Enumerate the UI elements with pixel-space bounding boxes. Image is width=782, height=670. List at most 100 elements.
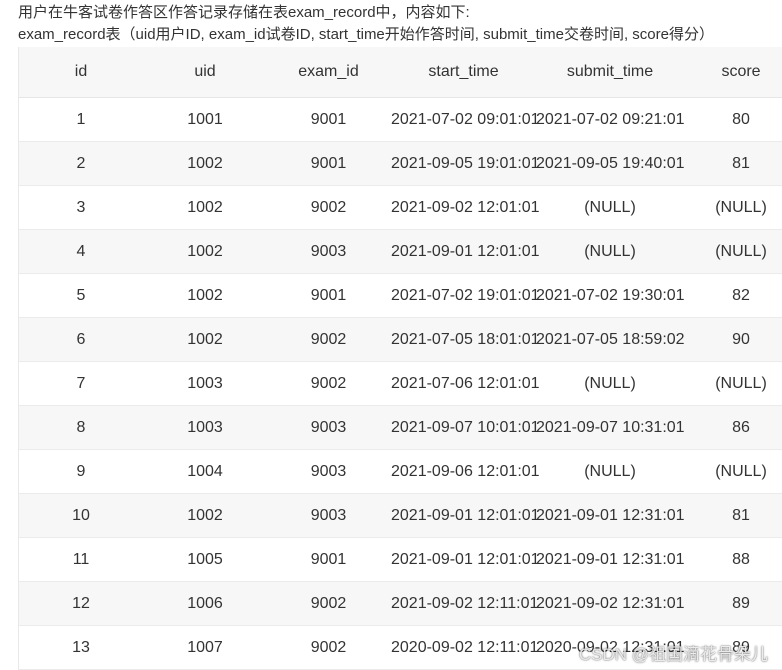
- table-cell-score: (NULL): [684, 449, 782, 494]
- table-cell-start-time: 2021-07-02 09:01:01: [391, 97, 540, 142]
- column-header-score: score: [684, 47, 782, 98]
- exam-record-table-container: id uid exam_id start_time submit_time score 1…: [18, 47, 782, 670]
- table-cell-score: 81: [684, 493, 782, 538]
- table-cell-start-time: 2021-09-01 12:01:01: [391, 229, 540, 274]
- table-row: 10 1002 9003 2021-09-01 12:01:01 2021-09-01 …: [18, 493, 782, 538]
- table-cell-score: (NULL): [684, 185, 782, 230]
- table-cell-exam-id: 9002: [266, 581, 391, 626]
- table-cell-score: 90: [684, 317, 782, 362]
- table-cell-id: 10: [18, 493, 144, 538]
- table-cell-submit-time: 2021-09-01 12:31:01: [536, 537, 685, 582]
- table-cell-score: 88: [684, 537, 782, 582]
- table-cell-start-time: 2021-07-06 12:01:01: [391, 361, 540, 406]
- table-cell-exam-id: 9003: [266, 405, 391, 450]
- table-cell-uid: 1003: [144, 361, 266, 406]
- table-cell-score: 81: [684, 141, 782, 186]
- table-row: 11 1005 9001 2021-09-01 12:01:01 2021-09-01 …: [18, 537, 782, 582]
- table-cell-id: 6: [18, 317, 144, 362]
- table-cell-score: 80: [684, 97, 782, 142]
- table-cell-start-time: 2021-09-07 10:01:01: [391, 405, 540, 450]
- table-cell-submit-time: 2021-07-05 18:59:02: [536, 317, 685, 362]
- table-cell-id: 3: [18, 185, 144, 230]
- exam-record-table: id uid exam_id start_time submit_time score 1…: [18, 47, 782, 670]
- table-cell-submit-time: 2021-07-02 09:21:01: [536, 97, 685, 142]
- table-cell-uid: 1003: [144, 405, 266, 450]
- table-row: 4 1002 9003 2021-09-01 12:01:01 (NULL) (NULL): [18, 229, 782, 274]
- table-cell-exam-id: 9002: [266, 317, 391, 362]
- table-cell-start-time: 2021-09-02 12:11:01: [391, 581, 538, 626]
- table-cell-uid: 1002: [144, 317, 266, 362]
- table-cell-exam-id: 9001: [266, 97, 391, 142]
- table-cell-submit-time: (NULL): [536, 185, 684, 230]
- table-cell-exam-id: 9002: [266, 361, 391, 406]
- table-cell-submit-time: (NULL): [536, 361, 684, 406]
- table-body: 1 1001 9001 2021-07-02 09:01:01 2021-07-02 0…: [18, 97, 782, 670]
- table-cell-id: 5: [18, 273, 144, 318]
- table-cell-uid: 1002: [144, 273, 266, 318]
- table-cell-submit-time: 2021-09-07 10:31:01: [536, 405, 685, 450]
- table-cell-exam-id: 9003: [266, 229, 391, 274]
- table-row: 9 1004 9003 2021-09-06 12:01:01 (NULL) (NULL): [18, 449, 782, 494]
- table-cell-score: 86: [684, 405, 782, 450]
- table-cell-start-time: 2021-09-06 12:01:01: [391, 449, 540, 494]
- table-cell-uid: 1006: [144, 581, 266, 626]
- table-cell-exam-id: 9003: [266, 493, 391, 538]
- table-cell-uid: 1007: [144, 625, 266, 670]
- table-cell-exam-id: 9002: [266, 185, 391, 230]
- table-cell-uid: 1001: [144, 97, 266, 142]
- column-header-start-time: start_time: [391, 47, 536, 98]
- table-cell-uid: 1004: [144, 449, 266, 494]
- table-cell-submit-time: (NULL): [536, 229, 684, 274]
- table-cell-id: 7: [18, 361, 144, 406]
- table-cell-start-time: 2020-09-02 12:11:01: [391, 625, 538, 670]
- table-cell-id: 4: [18, 229, 144, 274]
- table-cell-score: 89: [684, 625, 782, 670]
- table-cell-id: 12: [18, 581, 144, 626]
- table-cell-id: 9: [18, 449, 144, 494]
- table-cell-uid: 1002: [144, 229, 266, 274]
- table-cell-uid: 1005: [144, 537, 266, 582]
- table-cell-score: 82: [684, 273, 782, 318]
- intro-line-2: exam_record表（uid用户ID, exam_id试卷ID, start…: [18, 26, 714, 43]
- table-cell-submit-time: (NULL): [536, 449, 684, 494]
- table-cell-exam-id: 9001: [266, 273, 391, 318]
- table-cell-id: 1: [18, 97, 144, 142]
- table-cell-start-time: 2021-09-05 19:01:01: [391, 141, 540, 186]
- column-header-id: id: [18, 47, 144, 98]
- table-cell-start-time: 2021-09-02 12:01:01: [391, 185, 540, 230]
- table-cell-exam-id: 9001: [266, 537, 391, 582]
- table-cell-score: (NULL): [684, 229, 782, 274]
- column-header-submit-time: submit_time: [536, 47, 684, 98]
- table-cell-uid: 1002: [144, 185, 266, 230]
- table-cell-start-time: 2021-07-02 19:01:01: [391, 273, 540, 318]
- table-cell-id: 8: [18, 405, 144, 450]
- table-row: 3 1002 9002 2021-09-02 12:01:01 (NULL) (NULL): [18, 185, 782, 230]
- intro-line-1: 用户在牛客试卷作答区作答记录存储在表exam_record中，内容如下:: [18, 4, 470, 21]
- table-row: 8 1003 9003 2021-09-07 10:01:01 2021-09-07 1…: [18, 405, 782, 450]
- table-row: 1 1001 9001 2021-07-02 09:01:01 2021-07-02 0…: [18, 97, 782, 142]
- table-cell-id: 11: [18, 537, 144, 582]
- column-header-uid: uid: [144, 47, 266, 98]
- column-header-exam-id: exam_id: [266, 47, 391, 98]
- table-row: 5 1002 9001 2021-07-02 19:01:01 2021-07-02 1…: [18, 273, 782, 318]
- table-cell-id: 2: [18, 141, 144, 186]
- table-row: 7 1003 9002 2021-07-06 12:01:01 (NULL) (NULL): [18, 361, 782, 406]
- table-cell-uid: 1002: [144, 493, 266, 538]
- intro-text: 用户在牛客试卷作答区作答记录存储在表exam_record中，内容如下: exa…: [18, 2, 714, 46]
- table-cell-score: 89: [684, 581, 782, 626]
- table-cell-start-time: 2021-07-05 18:01:01: [391, 317, 540, 362]
- table-header-row: id uid exam_id start_time submit_time score: [18, 47, 782, 98]
- table-cell-submit-time: 2021-09-01 12:31:01: [536, 493, 685, 538]
- table-cell-id: 13: [18, 625, 144, 670]
- table-cell-exam-id: 9003: [266, 449, 391, 494]
- table-cell-score: (NULL): [684, 361, 782, 406]
- table-cell-exam-id: 9001: [266, 141, 391, 186]
- table-row: 12 1006 9002 2021-09-02 12:11:01 2021-09-02 …: [18, 581, 782, 626]
- table-row: 13 1007 9002 2020-09-02 12:11:01 2020-09-02 …: [18, 625, 782, 670]
- table-cell-submit-time: 2021-09-02 12:31:01: [536, 581, 685, 626]
- table-row: 6 1002 9002 2021-07-05 18:01:01 2021-07-05 1…: [18, 317, 782, 362]
- table-cell-uid: 1002: [144, 141, 266, 186]
- table-cell-submit-time: 2021-07-02 19:30:01: [536, 273, 685, 318]
- table-cell-submit-time: 2020-09-02 12:31:01: [536, 625, 685, 670]
- table-cell-submit-time: 2021-09-05 19:40:01: [536, 141, 685, 186]
